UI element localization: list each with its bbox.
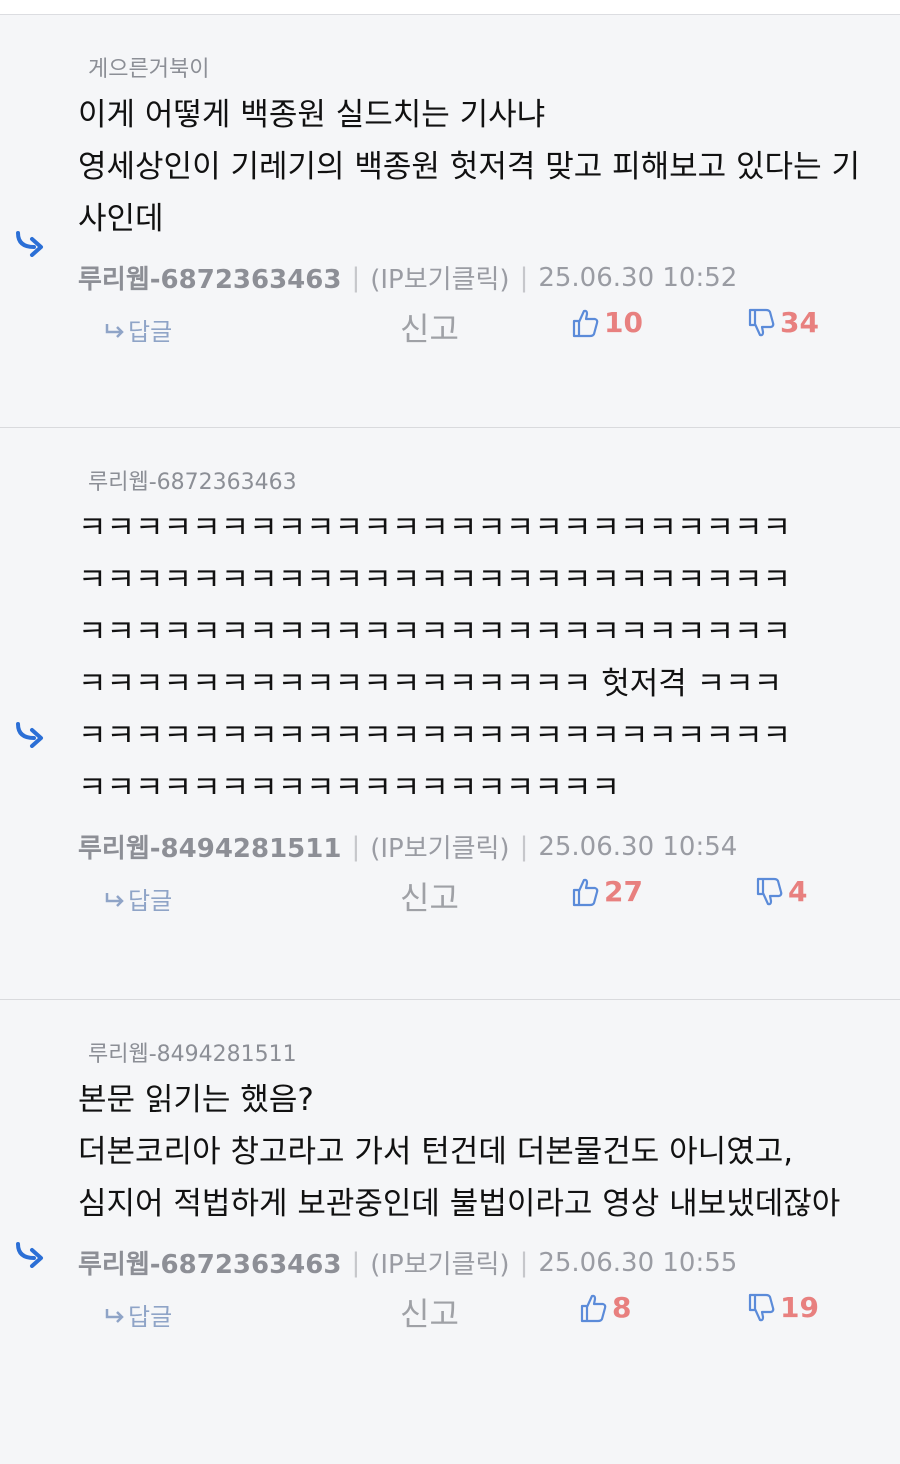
comment-meta: 루리웹-8494281511 | (IP보기클릭) | 25.06.30 10:… (78, 828, 880, 865)
meta-separator: | (519, 831, 529, 862)
reply-label: 답글 (128, 1303, 173, 1331)
thumbs-down-icon (748, 308, 775, 336)
meta-separator: | (351, 831, 361, 862)
thumbs-up-icon (580, 1294, 607, 1322)
dislike-count: 4 (788, 875, 808, 908)
comment-body: ㅋㅋㅋㅋㅋㅋㅋㅋㅋㅋㅋㅋㅋㅋㅋㅋㅋㅋㅋㅋㅋㅋㅋㅋㅋ ㅋㅋㅋㅋㅋㅋㅋㅋㅋㅋㅋㅋㅋㅋ… (78, 510, 791, 806)
ip-view-link[interactable]: (IP보기클릭) (370, 1244, 509, 1281)
thumbs-up-icon (572, 309, 599, 337)
comment-timestamp: 25.06.30 10:55 (538, 1247, 738, 1278)
comment-item: 루리웹-6872363463 ㅋㅋㅋㅋㅋㅋㅋㅋㅋㅋㅋㅋㅋㅋㅋㅋㅋㅋㅋㅋㅋㅋㅋㅋㅋ… (0, 464, 900, 1000)
like-button[interactable]: 27 (572, 875, 643, 908)
reply-arrow-icon (16, 1242, 43, 1268)
dislike-count: 19 (780, 1291, 819, 1324)
reply-button[interactable]: 답글 (104, 1297, 172, 1332)
comment-author[interactable]: 루리웹-6872363463 (78, 1244, 341, 1281)
comment-meta: 루리웹-6872363463 | (IP보기클릭) | 25.06.30 10:… (78, 1244, 880, 1281)
like-count: 8 (612, 1291, 632, 1324)
comment-author[interactable]: 루리웹-8494281511 (78, 828, 341, 865)
reply-label: 답글 (128, 318, 173, 346)
comment-item: 게으른거북이 이게 어떻게 백종원 실드치는 기사냐 영세상인이 기레기의 백종… (0, 51, 900, 428)
reply-arrow-icon (16, 231, 43, 257)
meta-separator: | (519, 262, 529, 293)
dislike-button[interactable]: 4 (756, 875, 807, 908)
ip-view-link[interactable]: (IP보기클릭) (370, 828, 509, 865)
meta-separator: | (519, 1247, 529, 1278)
thumbs-down-icon (748, 1293, 775, 1321)
ip-view-link[interactable]: (IP보기클릭) (370, 259, 509, 296)
comment-author[interactable]: 루리웹-6872363463 (78, 259, 341, 296)
like-count: 27 (604, 875, 643, 908)
reply-small-arrow-icon (105, 1308, 124, 1323)
comment-actions: 답글 신고 10 34 (0, 296, 900, 372)
comment-actions: 답글 신고 8 19 (0, 1281, 900, 1357)
reply-small-arrow-icon (105, 892, 124, 907)
report-button[interactable]: 신고 (400, 304, 459, 350)
reply-button[interactable]: 답글 (104, 881, 172, 916)
meta-separator: | (351, 262, 361, 293)
like-button[interactable]: 8 (580, 1291, 631, 1324)
report-button[interactable]: 신고 (400, 1289, 459, 1335)
thumbs-down-icon (756, 877, 783, 905)
top-divider (0, 0, 900, 15)
dislike-count: 34 (780, 306, 819, 339)
reply-to-username: 루리웹-8494281511 (88, 1042, 297, 1067)
comment-meta: 루리웹-6872363463 | (IP보기클릭) | 25.06.30 10:… (78, 259, 880, 296)
comment-actions: 답글 신고 27 4 (0, 865, 900, 941)
like-count: 10 (604, 306, 643, 339)
reply-to-username: 게으른거북이 (88, 57, 210, 82)
dislike-button[interactable]: 34 (748, 306, 819, 339)
comment-timestamp: 25.06.30 10:54 (538, 831, 738, 862)
reply-to-username: 루리웹-6872363463 (88, 470, 297, 495)
meta-separator: | (351, 1247, 361, 1278)
thumbs-up-icon (572, 878, 599, 906)
comment-body: 본문 읽기는 했음? 더본코리아 창고라고 가서 턴건데 더본물건도 아니였고,… (78, 1082, 841, 1222)
reply-arrow-icon (16, 722, 43, 748)
comment-item: 루리웹-8494281511 본문 읽기는 했음? 더본코리아 창고라고 가서 … (0, 1036, 900, 1464)
reply-label: 답글 (128, 887, 173, 915)
comment-body: 이게 어떻게 백종원 실드치는 기사냐 영세상인이 기레기의 백종원 헛저격 맞… (78, 97, 860, 237)
reply-button[interactable]: 답글 (104, 312, 172, 347)
comment-timestamp: 25.06.30 10:52 (538, 262, 738, 293)
reply-small-arrow-icon (105, 323, 124, 338)
like-button[interactable]: 10 (572, 306, 643, 339)
dislike-button[interactable]: 19 (748, 1291, 819, 1324)
report-button[interactable]: 신고 (400, 873, 459, 919)
